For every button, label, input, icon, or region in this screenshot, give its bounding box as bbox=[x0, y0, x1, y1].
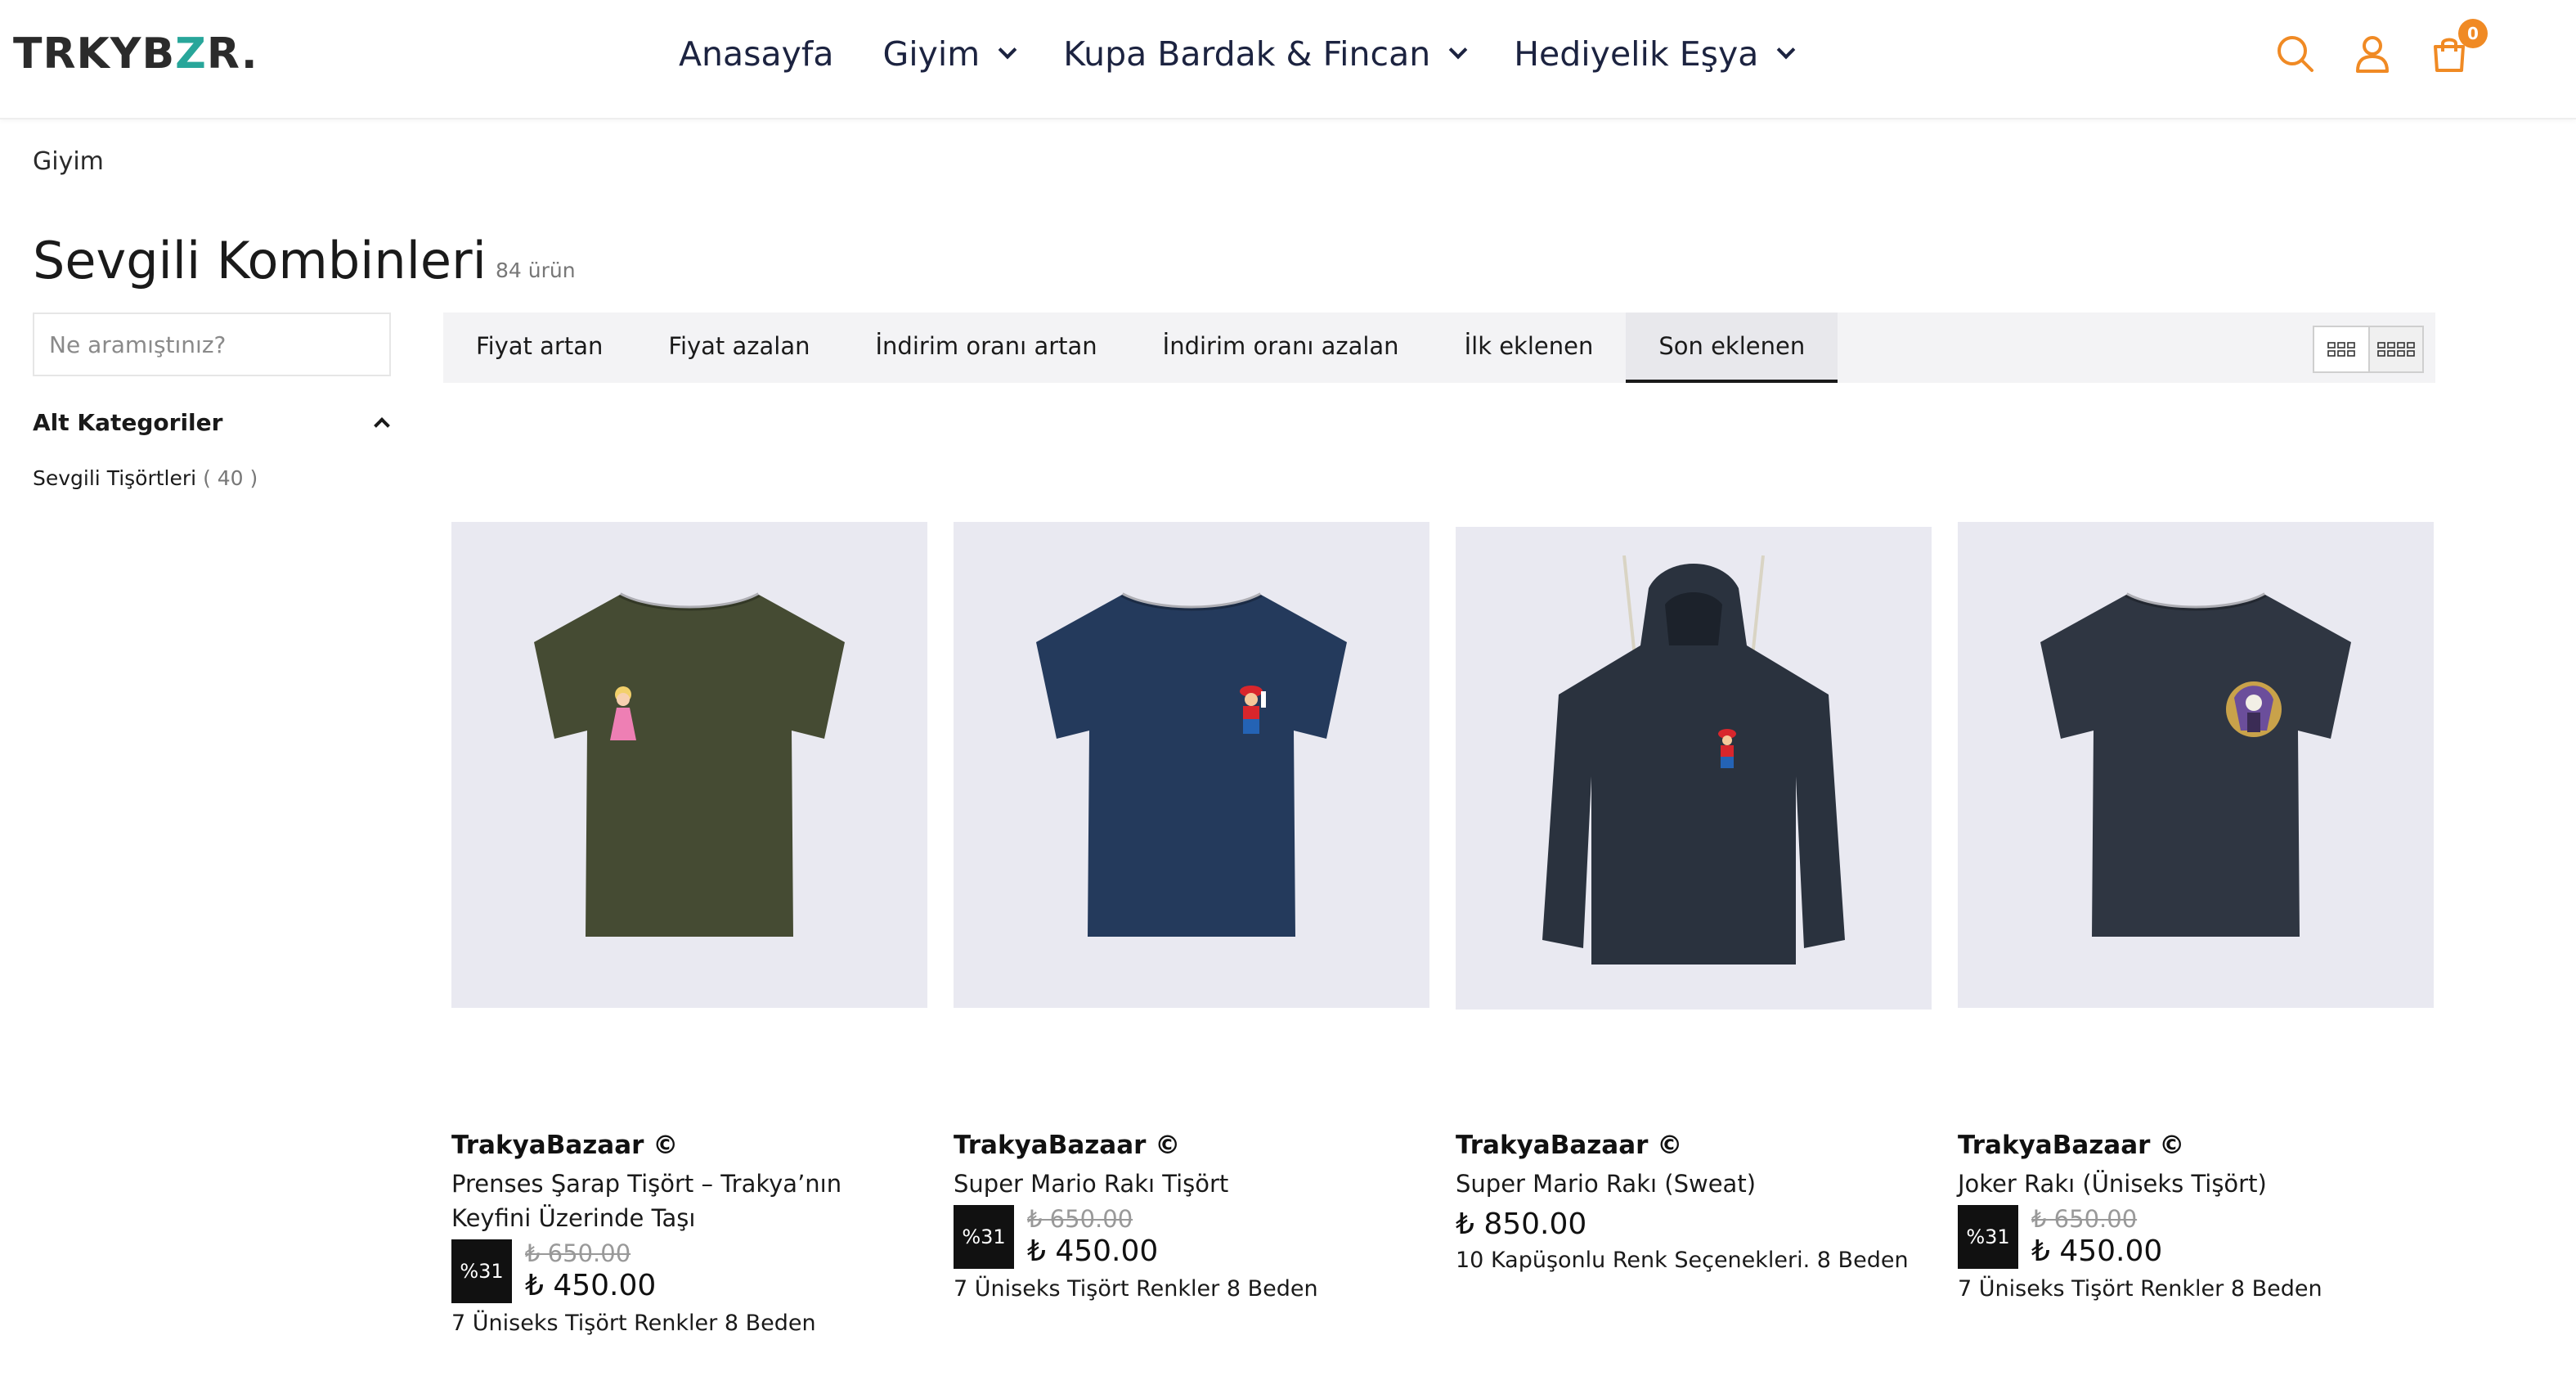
nav-label: Kupa Bardak & Fincan bbox=[1063, 34, 1431, 74]
grid-3-view-button[interactable] bbox=[2314, 327, 2368, 371]
search-icon[interactable] bbox=[2275, 34, 2316, 74]
sort-tab-price-desc[interactable]: Fiyat azalan bbox=[635, 313, 842, 383]
breadcrumb[interactable]: Giyim bbox=[33, 147, 104, 176]
product-name[interactable]: Super Mario Rakı (Sweat) bbox=[1456, 1167, 1932, 1201]
grid-4-view-button[interactable] bbox=[2368, 327, 2422, 371]
nav-label: Hediyelik Eşya bbox=[1514, 34, 1759, 74]
page-title: Sevgili Kombinleri bbox=[33, 231, 487, 290]
sort-tab-oldest[interactable]: İlk eklenen bbox=[1432, 313, 1627, 383]
nav-label: Giyim bbox=[882, 34, 981, 74]
tshirt-image bbox=[1036, 592, 1347, 937]
product-brand: TrakyaBazaar © bbox=[1456, 1131, 1683, 1160]
subcategory-label: Sevgili Tişörtleri bbox=[33, 466, 197, 490]
product-image[interactable] bbox=[954, 522, 1429, 1008]
current-price: ₺ 450.00 bbox=[1027, 1234, 1159, 1268]
product-count: 84 ürün bbox=[496, 259, 576, 282]
site-header: TRKYBZR. Anasayfa Giyim Kupa Bardak & Fi… bbox=[0, 0, 2576, 119]
current-price: ₺ 450.00 bbox=[525, 1269, 657, 1302]
product-brand: TrakyaBazaar © bbox=[954, 1131, 1181, 1160]
product-name[interactable]: Joker Rakı (Üniseks Tişört) bbox=[1958, 1167, 2434, 1201]
cart-icon[interactable]: 0 bbox=[2429, 19, 2488, 74]
discount-badge: %31 bbox=[954, 1205, 1014, 1269]
current-price: ₺ 850.00 bbox=[1456, 1207, 1587, 1241]
nav-item-giyim[interactable]: Giyim bbox=[882, 34, 1017, 74]
old-price: ₺ 650.00 bbox=[525, 1239, 631, 1267]
product-image[interactable] bbox=[451, 522, 927, 1008]
old-price: ₺ 650.00 bbox=[2031, 1205, 2138, 1233]
product-note: 10 Kapüşonlu Renk Seçenekleri. 8 Beden bbox=[1456, 1248, 1909, 1273]
chevron-up-icon bbox=[374, 416, 390, 434]
view-toggle bbox=[2313, 326, 2424, 373]
hoodie-image bbox=[1542, 555, 1845, 965]
header-actions: 0 bbox=[2275, 19, 2488, 79]
product-card[interactable]: TrakyaBazaar © Super Mario Rakı (Sweat) … bbox=[1456, 522, 1932, 1336]
product-card[interactable]: TrakyaBazaar © Prenses Şarap Tişört – Tr… bbox=[451, 522, 927, 1336]
sort-tab-price-asc[interactable]: Fiyat artan bbox=[443, 313, 635, 383]
chevron-down-icon bbox=[998, 40, 1017, 60]
print-mario bbox=[1718, 729, 1736, 768]
sort-bar: Fiyat artan Fiyat azalan İndirim oranı a… bbox=[443, 313, 2435, 383]
nav-item-kupa-bardak[interactable]: Kupa Bardak & Fincan bbox=[1063, 34, 1468, 74]
main-nav: Anasayfa Giyim Kupa Bardak & Fincan Hedi… bbox=[679, 29, 1842, 79]
product-name[interactable]: Super Mario Rakı Tişört bbox=[954, 1167, 1429, 1201]
subcategories-title: Alt Kategoriler bbox=[33, 409, 223, 436]
tshirt-image bbox=[2040, 592, 2351, 937]
cart-count-badge: 0 bbox=[2458, 19, 2488, 48]
product-brand: TrakyaBazaar © bbox=[1958, 1131, 2185, 1160]
discount-badge: %31 bbox=[1958, 1205, 2018, 1269]
product-image[interactable] bbox=[1958, 522, 2434, 1008]
prices: ₺ 650.00 ₺ 450.00 bbox=[1027, 1204, 1158, 1270]
grid-4-icon bbox=[2377, 342, 2415, 357]
subcategory-item[interactable]: Sevgili Tişörtleri ( 40 ) bbox=[33, 466, 258, 490]
product-note: 7 Üniseks Tişört Renkler 8 Beden bbox=[451, 1311, 816, 1336]
nav-item-anasayfa[interactable]: Anasayfa bbox=[679, 34, 833, 74]
sort-tab-newest[interactable]: Son eklenen bbox=[1626, 313, 1838, 383]
nav-label: Anasayfa bbox=[679, 34, 834, 74]
tshirt-image bbox=[534, 592, 845, 937]
subcategory-count: ( 40 ) bbox=[203, 466, 258, 490]
chevron-down-icon bbox=[1777, 40, 1796, 60]
user-icon[interactable] bbox=[2352, 34, 2393, 74]
sort-tab-discount-asc[interactable]: İndirim oranı artan bbox=[843, 313, 1130, 383]
product-grid: TrakyaBazaar © Prenses Şarap Tişört – Tr… bbox=[451, 522, 2435, 1336]
price-row: %31 ₺ 650.00 ₺ 450.00 bbox=[1958, 1204, 2434, 1270]
product-card[interactable]: TrakyaBazaar © Super Mario Rakı Tişört %… bbox=[954, 522, 1429, 1336]
product-brand: TrakyaBazaar © bbox=[451, 1131, 679, 1160]
site-logo[interactable]: TRKYBZR. bbox=[13, 29, 258, 79]
sort-tab-discount-desc[interactable]: İndirim oranı azalan bbox=[1130, 313, 1432, 383]
product-card[interactable]: TrakyaBazaar © Joker Rakı (Üniseks Tişör… bbox=[1958, 522, 2434, 1336]
current-price: ₺ 450.00 bbox=[2031, 1234, 2163, 1268]
product-note: 7 Üniseks Tişört Renkler 8 Beden bbox=[954, 1276, 1318, 1302]
subcategories-toggle[interactable]: Alt Kategoriler bbox=[33, 409, 391, 436]
price-row: %31 ₺ 650.00 ₺ 450.00 bbox=[954, 1204, 1429, 1270]
print-joker bbox=[2226, 681, 2282, 737]
grid-3-icon bbox=[2327, 342, 2355, 357]
nav-item-hediyelik[interactable]: Hediyelik Eşya bbox=[1514, 34, 1796, 74]
prices: ₺ 650.00 ₺ 450.00 bbox=[2031, 1204, 2162, 1270]
product-image[interactable] bbox=[1456, 527, 1932, 1010]
prices: ₺ 650.00 ₺ 450.00 bbox=[525, 1239, 656, 1304]
old-price: ₺ 650.00 bbox=[1027, 1205, 1133, 1233]
price-row: %31 ₺ 650.00 ₺ 450.00 bbox=[451, 1239, 927, 1304]
discount-badge: %31 bbox=[451, 1239, 512, 1303]
search-input[interactable] bbox=[33, 313, 391, 376]
product-name[interactable]: Prenses Şarap Tişört – Trakya’nın Keyfin… bbox=[451, 1167, 927, 1235]
chevron-down-icon bbox=[1448, 40, 1468, 60]
product-note: 7 Üniseks Tişört Renkler 8 Beden bbox=[1958, 1276, 2322, 1302]
